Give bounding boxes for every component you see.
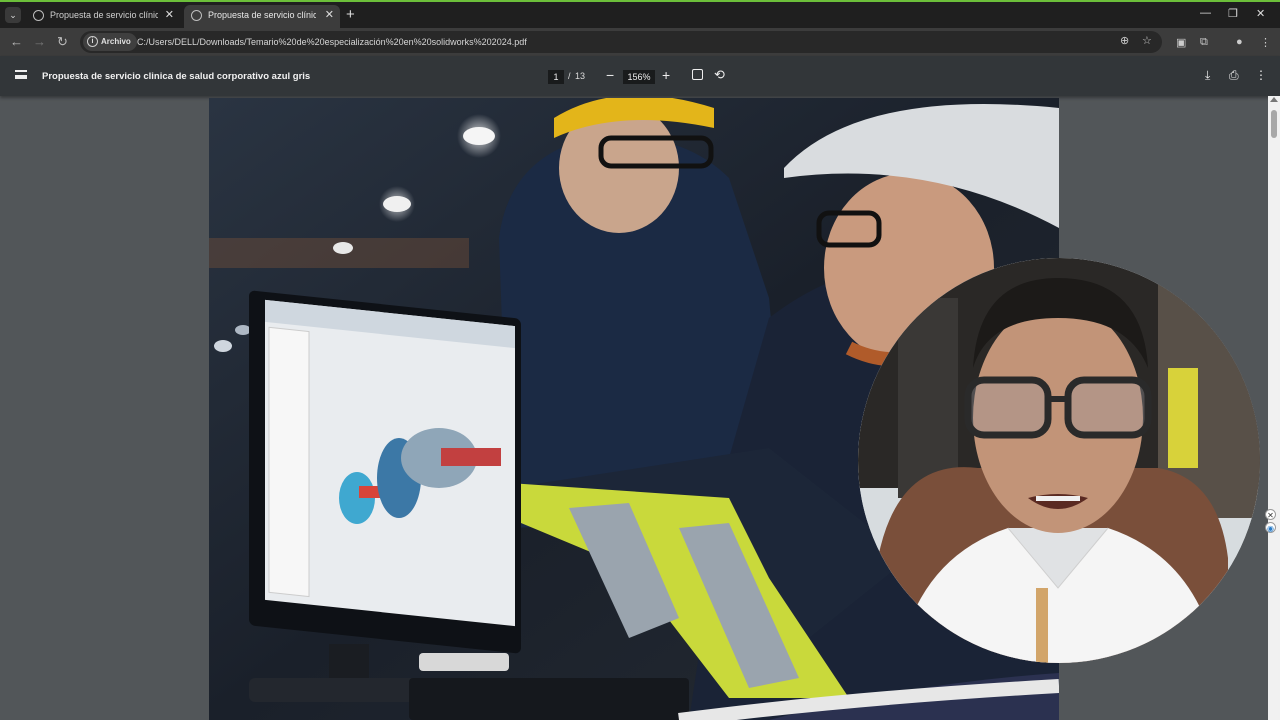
profile-icon[interactable]: ● xyxy=(1236,36,1243,48)
back-icon[interactable]: ← xyxy=(10,34,23,49)
cast-icon[interactable]: ▣ xyxy=(1176,36,1186,49)
restore-button[interactable]: ❐ xyxy=(1228,7,1238,20)
page-number-input[interactable]: 1 xyxy=(548,70,564,84)
close-window-button[interactable]: ✕ xyxy=(1256,7,1265,20)
pdf-toolbar: Propuesta de servicio clinica de salud c… xyxy=(0,56,1280,96)
zoom-search-icon[interactable]: ⊕ xyxy=(1120,34,1129,47)
globe-icon xyxy=(33,10,44,21)
site-info-chip[interactable]: i Archivo xyxy=(83,33,137,51)
webcam-overlay xyxy=(858,258,1260,663)
more-options-icon[interactable]: ⋮ xyxy=(1255,68,1267,82)
close-overlay-icon[interactable]: ✕ xyxy=(1265,509,1276,520)
tab-search-icon[interactable]: ⌄ xyxy=(5,7,21,23)
more-menu-icon[interactable]: ⋮ xyxy=(1260,36,1271,49)
chip-label: Archivo xyxy=(101,37,131,46)
close-tab-icon[interactable]: ✕ xyxy=(165,5,174,26)
tab-1[interactable]: Propuesta de servicio clínica de ✕ xyxy=(26,5,180,28)
minimize-button[interactable]: — xyxy=(1200,7,1211,19)
info-icon: i xyxy=(87,36,98,48)
page-scrollbar[interactable] xyxy=(1268,96,1280,720)
close-tab-icon[interactable]: ✕ xyxy=(325,5,334,26)
address-bar[interactable]: i Archivo C:/Users/DELL/Downloads/Temario… xyxy=(80,31,1162,53)
download-icon[interactable]: ⤓ xyxy=(1205,68,1210,83)
url-text[interactable]: C:/Users/DELL/Downloads/Temario%20de%20e… xyxy=(137,31,527,53)
scroll-thumb[interactable] xyxy=(1271,110,1277,138)
page-separator: / xyxy=(568,71,571,81)
globe-icon xyxy=(191,10,202,21)
extensions-icon[interactable]: ⧉ xyxy=(1200,36,1208,49)
tab-strip: ⌄ Propuesta de servicio clínica de ✕ Pro… xyxy=(0,0,1280,28)
rotate-icon[interactable]: ⟲ xyxy=(714,67,725,83)
fit-icon[interactable] xyxy=(692,69,703,80)
zoom-input[interactable]: 156% xyxy=(623,70,655,84)
zoom-out-icon[interactable]: − xyxy=(606,67,614,83)
zoom-in-icon[interactable]: + xyxy=(662,67,670,83)
extension-icon[interactable]: ◉ xyxy=(1265,522,1276,533)
forward-icon[interactable]: → xyxy=(33,34,46,49)
tab-2-active[interactable]: Propuesta de servicio clínica de ✕ xyxy=(184,5,340,28)
page-total: 13 xyxy=(575,71,586,81)
star-icon[interactable]: ☆ xyxy=(1142,34,1152,47)
reload-icon[interactable]: ↻ xyxy=(57,34,68,50)
browser-toolbar: ← → ↻ i Archivo C:/Users/DELL/Downloads/T… xyxy=(0,28,1280,56)
print-icon[interactable]: ⎙ xyxy=(1229,68,1239,83)
scroll-up-icon[interactable] xyxy=(1270,97,1278,102)
tab-title: Propuesta de servicio clínica de xyxy=(50,10,158,20)
new-tab-button[interactable]: + xyxy=(346,6,355,23)
document-title: Propuesta de servicio clinica de salud c… xyxy=(42,71,311,82)
tab-title: Propuesta de servicio clínica de xyxy=(208,10,316,20)
menu-icon[interactable] xyxy=(15,70,27,79)
